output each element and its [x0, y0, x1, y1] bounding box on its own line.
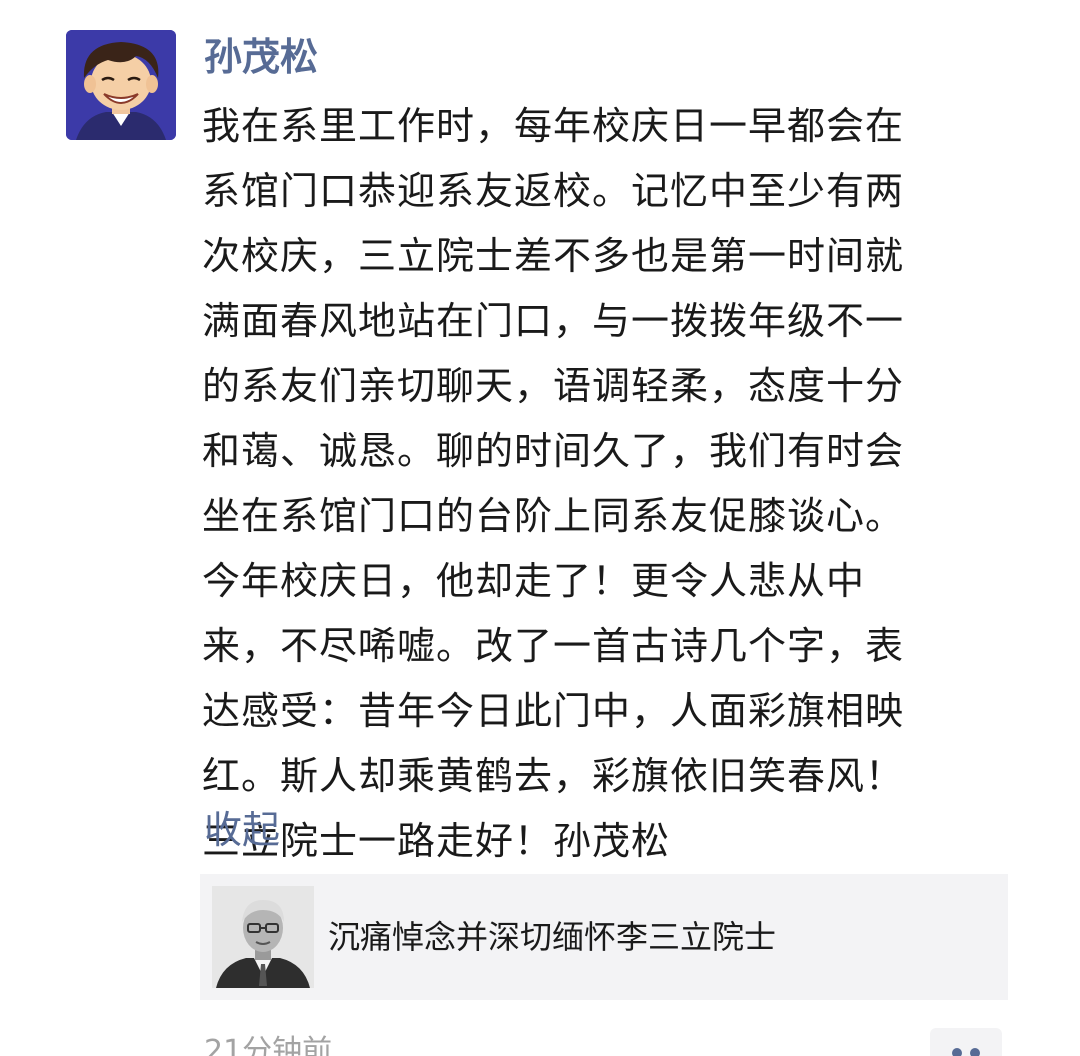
more-actions-button[interactable] [930, 1028, 1002, 1056]
cartoon-avatar-icon [66, 30, 176, 140]
shared-link-card[interactable]: 沉痛悼念并深切缅怀李三立院士 [200, 874, 1008, 1000]
post-content: 我在系里工作时，每年校庆日一早都会在 系馆门口恭迎系友返校。记忆中至少有两 次校… [202, 94, 1002, 874]
portrait-photo-icon [212, 886, 314, 988]
post-text-line: 满面春风地站在门口，与一拨拨年级不一 [202, 299, 905, 343]
post-text-line: 今年校庆日，他却走了！更令人悲从中 [202, 559, 866, 603]
moments-post: 孙茂松 我在系里工作时，每年校庆日一早都会在 系馆门口恭迎系友返校。记忆中至少有… [0, 0, 1080, 1056]
author-name[interactable]: 孙茂松 [204, 34, 318, 80]
dot-shape [952, 1048, 962, 1056]
post-timestamp: 21分钟前 [204, 1034, 333, 1056]
post-text-line: 和蔼、诚恳。聊的时间久了，我们有时会 [202, 429, 905, 473]
post-text-line: 的系友们亲切聊天，语调轻柔，态度十分 [202, 364, 905, 408]
author-avatar[interactable] [66, 30, 176, 140]
collapse-button[interactable]: 收起 [204, 802, 280, 858]
post-text-line: 三立院士一路走好！孙茂松 [202, 819, 671, 863]
post-text-line: 坐在系馆门口的台阶上同系友促膝谈心。 [202, 494, 905, 538]
dot-shape [970, 1048, 980, 1056]
post-text-line: 红。斯人却乘黄鹤去，彩旗依旧笑春风！ [202, 754, 905, 798]
link-thumbnail [212, 886, 314, 988]
post-text-line: 系馆门口恭迎系友返校。记忆中至少有两 [202, 169, 905, 213]
post-text-line: 我在系里工作时，每年校庆日一早都会在 [202, 104, 905, 148]
post-text-line: 来，不尽唏嘘。改了一首古诗几个字，表 [202, 624, 905, 668]
link-title: 沉痛悼念并深切缅怀李三立院士 [328, 918, 777, 956]
post-text-line: 达感受：昔年今日此门中，人面彩旗相映 [202, 689, 905, 733]
post-text-line: 次校庆，三立院士差不多也是第一时间就 [202, 234, 905, 278]
